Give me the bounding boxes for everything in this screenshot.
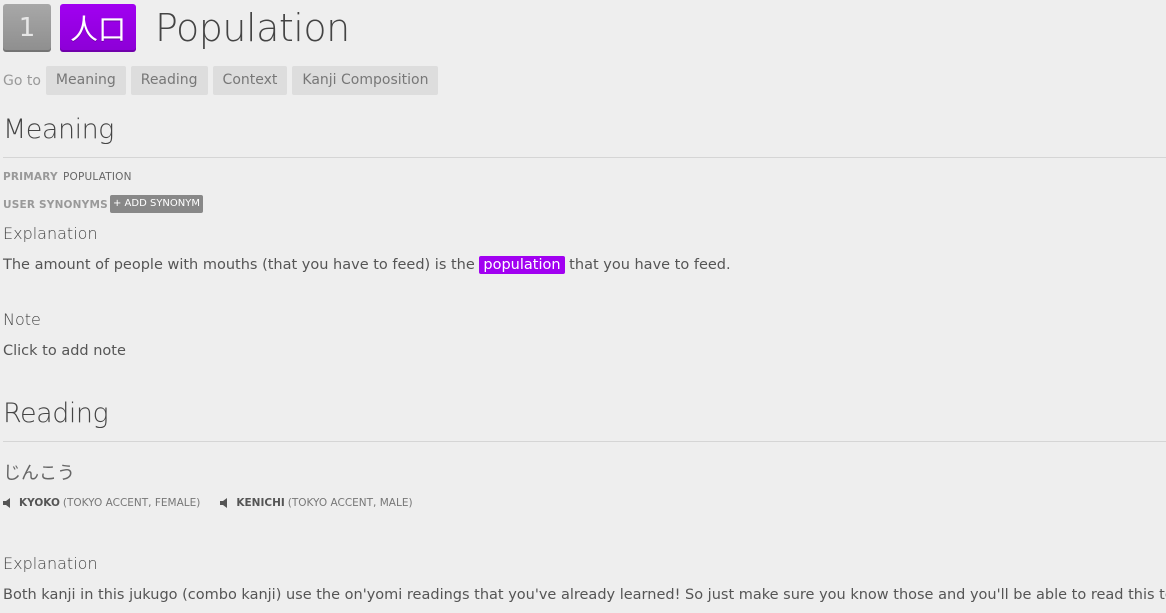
reading-heading: Reading: [3, 398, 109, 429]
meaning-explanation: The amount of people with mouths (that y…: [3, 256, 731, 274]
voice-description: (TOKYO ACCENT, MALE): [287, 497, 413, 509]
goto-nav: Go to Meaning Reading Context Kanji Comp…: [3, 66, 443, 95]
meaning-note-field[interactable]: Click to add note: [3, 343, 126, 359]
speaker-icon: [3, 498, 10, 508]
item-header: 1 人口 Population: [3, 4, 350, 52]
voice-description: (TOKYO ACCENT, FEMALE): [62, 497, 201, 509]
primary-meaning: POPULATION: [63, 171, 132, 183]
speaker-icon: [220, 498, 228, 508]
audio-kyoko-button[interactable]: KYOKO (TOKYO ACCENT, FEMALE): [3, 497, 200, 509]
add-synonym-button[interactable]: + ADD SYNONYM: [110, 195, 204, 213]
audio-players: KYOKO (TOKYO ACCENT, FEMALE) KENICHI (TO…: [3, 497, 433, 509]
goto-context-button[interactable]: Context: [212, 66, 288, 95]
reading-explanation: Both kanji in this jukugo (combo kanji) …: [3, 587, 1166, 603]
goto-kanji-composition-button[interactable]: Kanji Composition: [292, 66, 439, 95]
meaning-explanation-text-end: that you have to feed.: [564, 257, 731, 273]
user-synonyms-label: USER SYNONYMS: [3, 199, 108, 211]
audio-kenichi-button[interactable]: KENICHI (TOKYO ACCENT, MALE): [220, 497, 413, 509]
voice-name: KYOKO: [19, 497, 60, 509]
meaning-explanation-text: The amount of people with mouths (that y…: [3, 257, 480, 273]
page-title: Population: [155, 6, 350, 50]
meaning-note-heading: Note: [3, 310, 41, 329]
vocabulary-characters: 人口: [60, 4, 136, 52]
meaning-divider: [3, 157, 1166, 158]
reading-explanation-heading: Explanation: [3, 554, 98, 573]
level-badge[interactable]: 1: [3, 4, 51, 52]
goto-reading-button[interactable]: Reading: [130, 66, 208, 95]
voice-name: KENICHI: [236, 497, 285, 509]
reading-kana: じんこう: [3, 463, 75, 484]
goto-meaning-button[interactable]: Meaning: [45, 66, 126, 95]
goto-label: Go to: [3, 72, 41, 89]
meaning-explanation-heading: Explanation: [3, 224, 98, 243]
meaning-heading: Meaning: [3, 114, 114, 145]
primary-label: PRIMARY: [3, 171, 58, 183]
reading-divider: [3, 441, 1166, 442]
vocabulary-highlight: population: [479, 256, 565, 274]
